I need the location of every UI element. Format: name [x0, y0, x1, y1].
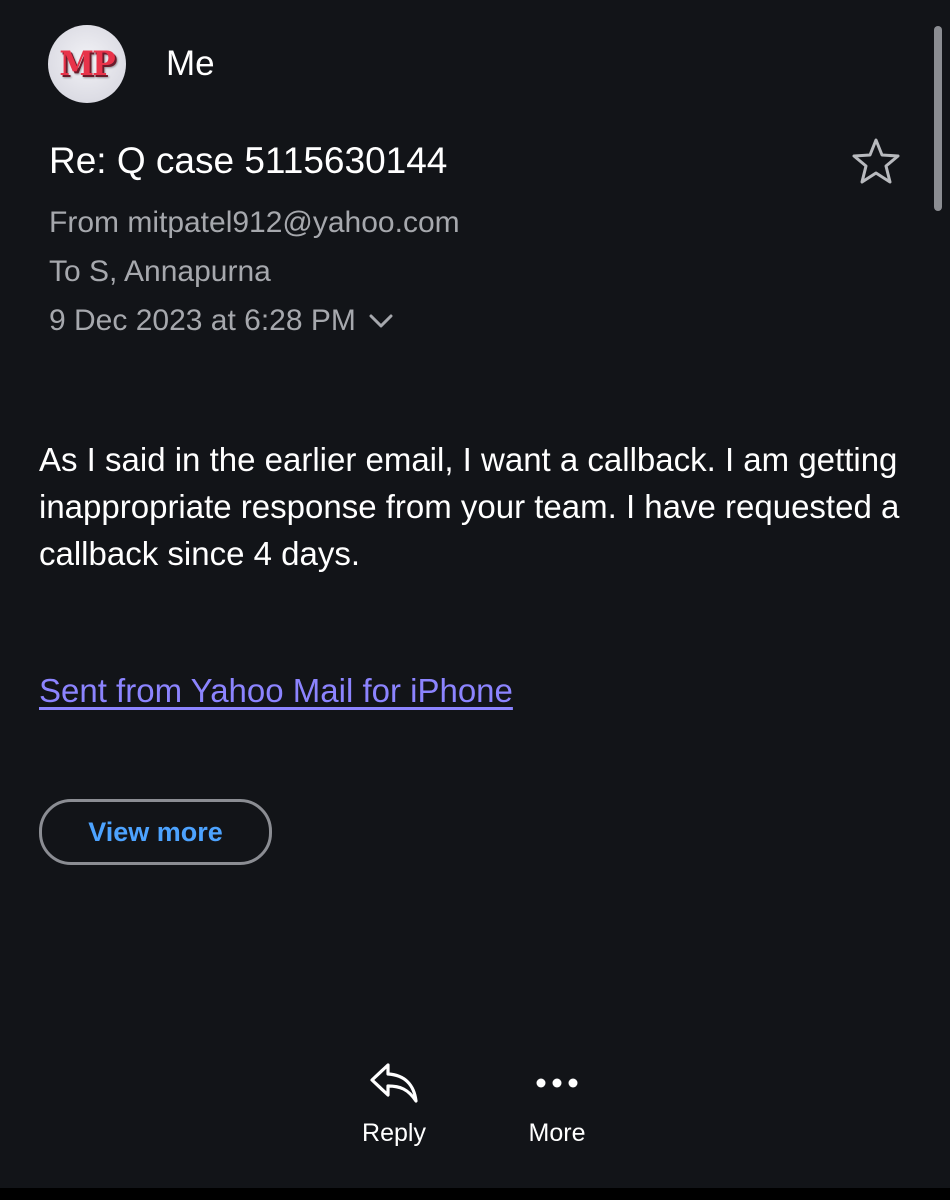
sender-name: Me	[166, 44, 215, 83]
chevron-down-icon[interactable]	[366, 310, 396, 332]
view-more-button[interactable]: View more	[39, 799, 272, 865]
reply-icon	[370, 1063, 418, 1103]
email-subject: Re: Q case 5115630144	[49, 140, 448, 181]
email-date-row[interactable]: 9 Dec 2023 at 6:28 PM	[49, 304, 396, 338]
view-more-label: View more	[88, 816, 223, 847]
more-button[interactable]: More	[515, 1055, 599, 1148]
email-body: As I said in the earlier email, I want a…	[39, 441, 900, 572]
scrollbar[interactable]	[934, 26, 942, 211]
reply-icon-wrap	[366, 1055, 422, 1111]
email-to: To S, Annapurna	[49, 255, 271, 288]
email-date: 9 Dec 2023 at 6:28 PM	[49, 304, 356, 337]
reply-label: Reply	[362, 1119, 426, 1147]
signature-link[interactable]: Sent from Yahoo Mail for iPhone	[39, 672, 513, 710]
bottom-bar	[0, 1188, 950, 1200]
reply-button[interactable]: Reply	[350, 1055, 438, 1148]
avatar-initials: MP	[59, 44, 116, 84]
more-label: More	[528, 1119, 586, 1147]
ellipsis-icon	[536, 1078, 578, 1088]
avatar[interactable]: MP	[48, 25, 126, 103]
more-icon-wrap	[529, 1055, 585, 1111]
star-icon[interactable]	[850, 136, 902, 186]
email-from: From mitpatel912@yahoo.com	[49, 206, 460, 239]
